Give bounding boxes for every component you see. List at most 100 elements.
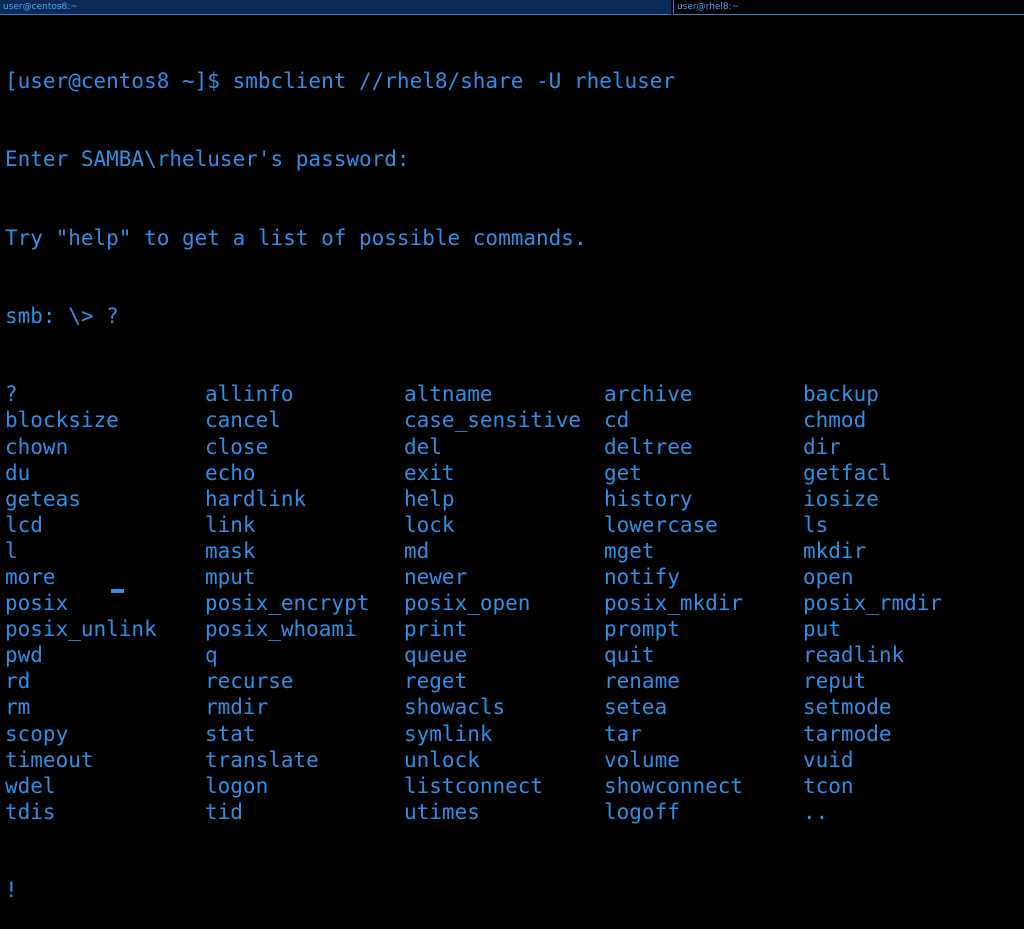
command-name: put	[803, 617, 841, 642]
command-name: altname	[404, 382, 493, 407]
command-row: pwd q queue quit readlink	[5, 642, 1024, 668]
command-name: rmdir	[205, 695, 269, 720]
command-name: queue	[404, 643, 468, 668]
command-name: posix	[5, 591, 69, 616]
password-prompt-line: Enter SAMBA\rheluser's password:	[5, 147, 410, 172]
command-name: readlink	[803, 643, 905, 668]
command-name: ?	[5, 382, 18, 407]
command-row: du echo exit get getfacl	[5, 460, 1024, 486]
command-name: posix_unlink	[5, 617, 157, 642]
command-row: scopy stat symlink tar tarmode	[5, 721, 1024, 747]
command-name: logon	[205, 773, 269, 798]
command-name: cd	[604, 408, 630, 433]
command-name: logoff	[604, 799, 680, 824]
command-name: get	[604, 460, 642, 485]
command-name: print	[404, 617, 468, 642]
tab-rhel8-label: user@rhel8:~	[677, 2, 740, 12]
command-name: l	[5, 538, 18, 563]
command-name: link	[205, 512, 256, 537]
command-row: posix_unlink posix_whoami print prompt put	[5, 616, 1024, 642]
command-row: geteas hardlink help history iosize	[5, 486, 1024, 512]
command-name: getfacl	[803, 460, 892, 485]
command-name: tcon	[803, 773, 854, 798]
command-name: setea	[604, 695, 668, 720]
command-row: rd recurse reget rename reput	[5, 668, 1024, 694]
tab-centos8-label: user@centos8:~	[3, 2, 78, 12]
command-name: chown	[5, 434, 69, 459]
terminal-tab-bar: user@centos8:~ user@rhel8:~	[0, 0, 1024, 16]
terminal-cursor	[111, 589, 124, 593]
command-name: stat	[205, 721, 256, 746]
command-name: more	[5, 564, 56, 589]
command-name: md	[404, 538, 430, 563]
command-name: scopy	[5, 721, 69, 746]
command-name: mask	[205, 538, 256, 563]
command-row: more mput newer notify open	[5, 564, 1024, 590]
command-name: volume	[604, 747, 680, 772]
command-name: quit	[604, 643, 655, 668]
command-row: posix posix_encrypt posix_open posix_mkdir p…	[5, 590, 1024, 616]
command-name: chmod	[803, 408, 867, 433]
command-name: tar	[604, 721, 642, 746]
command-name: mkdir	[803, 538, 867, 563]
command-name: showconnect	[604, 773, 744, 798]
command-name: mget	[604, 538, 655, 563]
command-name: exit	[404, 460, 455, 485]
command-name: recurse	[205, 669, 294, 694]
command-name: tid	[205, 799, 243, 824]
command-name: allinfo	[205, 382, 294, 407]
command-name: ..	[803, 799, 829, 824]
command-name: geteas	[5, 486, 81, 511]
command-name: reget	[404, 669, 468, 694]
command-name: pwd	[5, 643, 43, 668]
command-name: tarmode	[803, 721, 892, 746]
command-name: lcd	[5, 512, 43, 537]
command-name: blocksize	[5, 408, 119, 433]
command-row: timeout translate unlock volume vuid	[5, 747, 1024, 773]
help-hint-line: Try "help" to get a list of possible com…	[5, 225, 587, 250]
command-name: du	[5, 460, 31, 485]
command-name: showacls	[404, 695, 506, 720]
command-name: translate	[205, 747, 319, 772]
command-name: echo	[205, 460, 256, 485]
command-name: posix_open	[404, 591, 531, 616]
shell-command-line: [user@centos8 ~]$ smbclient //rhel8/shar…	[5, 69, 676, 94]
command-name: backup	[803, 382, 879, 407]
command-name: history	[604, 486, 693, 511]
command-row: rm rmdir showacls setea setmode	[5, 694, 1024, 720]
command-name: posix_rmdir	[803, 591, 943, 616]
command-list: ? allinfo altname archive backup blocksize can…	[5, 381, 1024, 825]
command-row: l mask md mget mkdir	[5, 538, 1024, 564]
command-name: rename	[604, 669, 680, 694]
final-output-line: !	[5, 878, 18, 903]
command-name: q	[205, 643, 218, 668]
tab-rhel8[interactable]: user@rhel8:~	[673, 0, 1024, 15]
command-name: case_sensitive	[404, 408, 582, 433]
command-name: dir	[803, 434, 841, 459]
command-name: unlock	[404, 747, 480, 772]
command-name: prompt	[604, 617, 680, 642]
command-name: lock	[404, 512, 455, 537]
command-row: blocksize cancel case_sensitive cd chmod	[5, 407, 1024, 433]
command-name: vuid	[803, 747, 854, 772]
command-name: symlink	[404, 721, 493, 746]
tab-centos8[interactable]: user@centos8:~	[0, 0, 671, 15]
command-name: setmode	[803, 695, 892, 720]
command-name: wdel	[5, 773, 56, 798]
command-name: mput	[205, 564, 256, 589]
command-name: posix_encrypt	[205, 591, 370, 616]
command-name: tdis	[5, 799, 56, 824]
terminal-output[interactable]: [user@centos8 ~]$ smbclient //rhel8/shar…	[5, 16, 1024, 902]
command-name: archive	[604, 382, 693, 407]
command-name: hardlink	[205, 486, 307, 511]
command-name: del	[404, 434, 442, 459]
command-name: rd	[5, 669, 31, 694]
command-name: iosize	[803, 486, 879, 511]
command-row: chown close del deltree dir	[5, 434, 1024, 460]
command-name: newer	[404, 564, 468, 589]
command-name: help	[404, 486, 455, 511]
smb-prompt-line: smb: \> ?	[5, 304, 119, 329]
command-row: wdel logon listconnect showconnect tcon	[5, 773, 1024, 799]
command-name: cancel	[205, 408, 281, 433]
command-name: posix_mkdir	[604, 591, 744, 616]
